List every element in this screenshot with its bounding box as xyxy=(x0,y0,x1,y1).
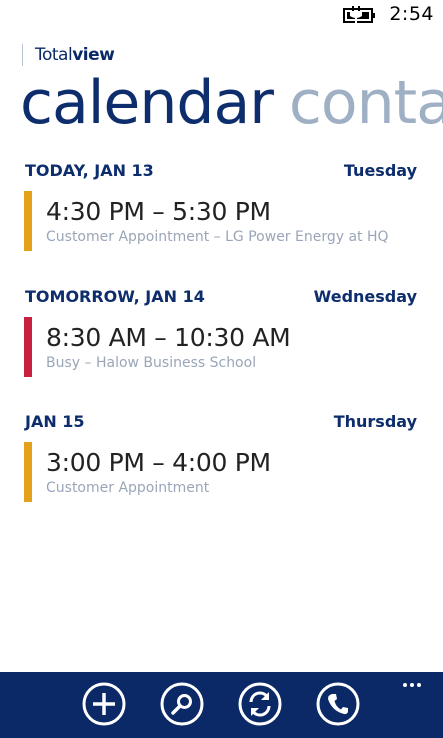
phone-icon xyxy=(316,682,360,726)
day-header: TOMORROW, JAN 14 Wednesday xyxy=(25,287,417,309)
add-icon xyxy=(82,682,126,726)
day-header: TODAY, JAN 13 Tuesday xyxy=(25,161,417,183)
day-header: JAN 15 Thursday xyxy=(25,412,417,434)
sync-icon xyxy=(238,682,282,726)
call-button[interactable] xyxy=(316,682,360,726)
clock: 2:54 xyxy=(389,3,434,25)
event-description: Customer Appointment – LG Power Energy a… xyxy=(46,229,389,245)
event-color-bar xyxy=(24,317,32,377)
event-time: 8:30 AM – 10:30 AM xyxy=(46,323,291,352)
day-weekday: Wednesday xyxy=(313,287,417,306)
day-date: TOMORROW, JAN 14 xyxy=(25,287,205,306)
more-dots-icon[interactable] xyxy=(400,672,421,694)
app-bar xyxy=(0,672,443,738)
day-weekday: Thursday xyxy=(333,412,417,431)
day-weekday: Tuesday xyxy=(343,161,417,180)
day-date: TODAY, JAN 13 xyxy=(25,161,154,180)
battery-charging-icon xyxy=(343,6,375,24)
day-date: JAN 15 xyxy=(25,412,85,431)
calendar-event[interactable]: 4:30 PM – 5:30 PM Customer Appointment –… xyxy=(24,191,424,251)
pivot-header: calendar conta xyxy=(20,58,443,148)
add-button[interactable] xyxy=(82,682,126,726)
search-button[interactable] xyxy=(160,682,204,726)
event-description: Customer Appointment xyxy=(46,480,210,496)
status-bar: 2:54 xyxy=(0,0,443,30)
sync-button[interactable] xyxy=(238,682,282,726)
pivot-item-contacts[interactable]: conta xyxy=(289,68,443,138)
search-icon xyxy=(160,682,204,726)
event-description: Busy – Halow Business School xyxy=(46,355,257,371)
calendar-event[interactable]: 8:30 AM – 10:30 AM Busy – Halow Business… xyxy=(24,317,424,377)
calendar-event[interactable]: 3:00 PM – 4:00 PM Customer Appointment xyxy=(24,442,424,502)
pivot-item-calendar[interactable]: calendar xyxy=(20,68,274,138)
event-color-bar xyxy=(24,191,32,251)
event-color-bar xyxy=(24,442,32,502)
event-time: 3:00 PM – 4:00 PM xyxy=(46,448,271,477)
event-time: 4:30 PM – 5:30 PM xyxy=(46,197,271,226)
